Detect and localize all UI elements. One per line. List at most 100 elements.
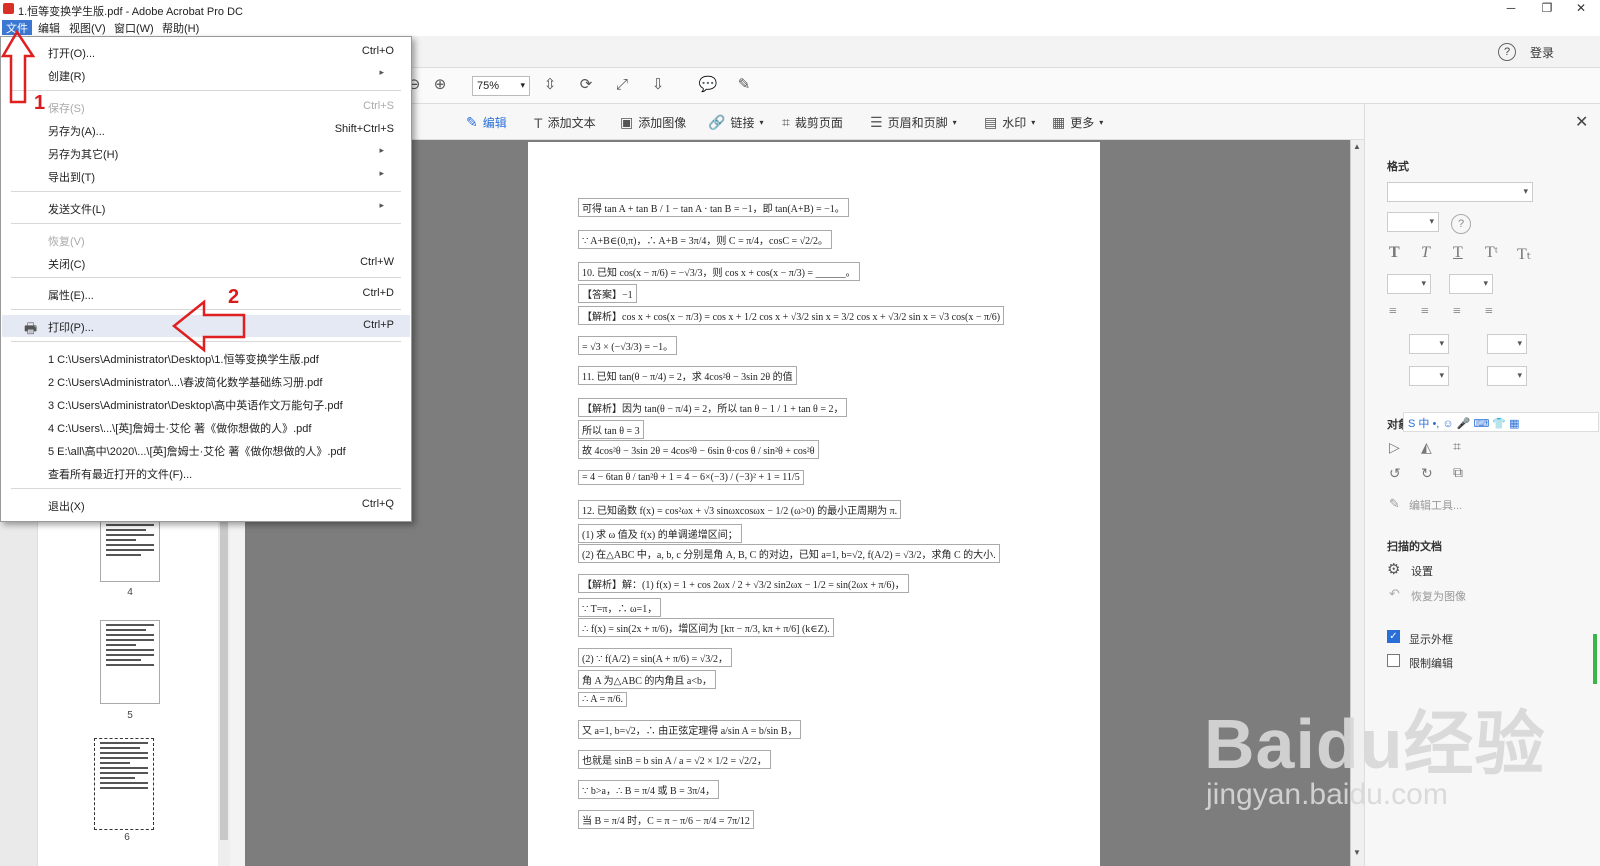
- doc-line[interactable]: 11. 已知 tan(θ − π/4) = 2，求 4cos²θ − 3sin …: [578, 366, 797, 385]
- login-link[interactable]: 登录: [1530, 44, 1554, 61]
- doc-line[interactable]: 【解析】因为 tan(θ − π/4) = 2，所以 tan θ − 1 / 1…: [578, 398, 848, 417]
- minimize-button[interactable]: ─: [1496, 1, 1526, 17]
- doc-line[interactable]: 【答案】−1: [578, 284, 637, 303]
- doc-line[interactable]: ∵ A+B∈(0,π)，∴ A+B = 3π/4，则 C = π/4，cosC …: [578, 230, 832, 249]
- menu-window[interactable]: 窗口(W): [110, 20, 158, 35]
- zoom-in-icon[interactable]: ⊕: [430, 75, 450, 95]
- add-text-button[interactable]: T 添加文本: [534, 114, 596, 131]
- doc-line[interactable]: (1) 求 ω 值及 f(x) 的单调递增区间；: [578, 524, 742, 543]
- doc-line[interactable]: 10. 已知 cos(x − π/6) = −√3/3，则 cos x + co…: [578, 262, 860, 281]
- replace-image-icon[interactable]: ⧉: [1453, 466, 1463, 482]
- revert-image-button[interactable]: 恢复为图像: [1411, 588, 1466, 604]
- comment-icon[interactable]: 💬: [698, 75, 718, 95]
- close-panel-icon[interactable]: ✕: [1575, 112, 1588, 132]
- menu-save-as[interactable]: 另存为(A)... Shift+Ctrl+S: [2, 119, 410, 141]
- menu-export[interactable]: 导出到(T) ▸: [2, 165, 410, 187]
- scroll-down-icon[interactable]: ▼: [1353, 848, 1361, 857]
- doc-line[interactable]: 【解析】解：(1) f(x) = 1 + cos 2ωx / 2 + √3/2 …: [578, 574, 909, 593]
- show-bbox-checkbox[interactable]: ✓: [1387, 630, 1400, 643]
- menu-create[interactable]: 创建(R) ▸: [2, 64, 410, 86]
- header-footer-button[interactable]: ☰ 页眉和页脚 ▾: [870, 114, 957, 131]
- subscript-icon[interactable]: Tₜ: [1517, 244, 1532, 264]
- doc-line[interactable]: 【解析】cos x + cos(x − π/3) = cos x + 1/2 c…: [578, 306, 1005, 325]
- flip-icon[interactable]: ◭: [1421, 440, 1432, 457]
- recent-file-3[interactable]: 3 C:\Users\Administrator\Desktop\高中英语作文万…: [2, 393, 410, 415]
- edit-tools-button[interactable]: 编辑工具...: [1409, 497, 1462, 513]
- restore-button[interactable]: ❐: [1532, 1, 1562, 17]
- restrict-edit-checkbox[interactable]: [1387, 654, 1400, 667]
- character-spacing-select[interactable]: [1487, 366, 1527, 386]
- doc-line[interactable]: 角 A 为△ABC 的内角且 a<b，: [578, 670, 716, 689]
- recent-file-5[interactable]: 5 E:\all\高中\2020\...\[英]詹姆士·艾伦 著《做你想做的人》…: [2, 439, 410, 461]
- crop-object-icon[interactable]: ⌗: [1453, 440, 1461, 456]
- line-spacing-select[interactable]: [1409, 334, 1449, 354]
- doc-line[interactable]: 又 a=1, b=√2，∴ 由正弦定理得 a/sin A = b/sin B，: [578, 720, 802, 739]
- numbered-list-select[interactable]: [1449, 274, 1493, 294]
- recent-file-4[interactable]: 4 C:\Users\...\[英]詹姆士·艾伦 著《做你想做的人》.pdf: [2, 416, 410, 438]
- watermark-button[interactable]: ▤ 水印 ▾: [984, 114, 1035, 131]
- highlight-pen-icon[interactable]: ✎: [734, 75, 754, 95]
- menu-save-as-other[interactable]: 另存为其它(H) ▸: [2, 142, 410, 164]
- menu-help[interactable]: 帮助(H): [158, 20, 203, 35]
- bullet-list-select[interactable]: [1387, 274, 1431, 294]
- doc-line[interactable]: ∵ T=π，∴ ω=1，: [578, 598, 662, 617]
- help-icon[interactable]: ?: [1498, 43, 1516, 61]
- recent-file-2[interactable]: 2 C:\Users\Administrator\...\春波简化数学基础练习册…: [2, 370, 410, 392]
- doc-line[interactable]: 所以 tan θ = 3: [578, 420, 644, 439]
- bold-icon[interactable]: T: [1389, 244, 1400, 262]
- zoom-select[interactable]: 75% ▾: [472, 76, 530, 96]
- doc-line[interactable]: (2) ∵ f(A/2) = sin(A + π/6) = √3/2，: [578, 648, 733, 667]
- horizontal-scale-select[interactable]: [1409, 366, 1449, 386]
- doc-line[interactable]: 也就是 sinB = b sin A / a = √2 × 1/2 = √2/2…: [578, 750, 771, 769]
- underline-icon[interactable]: T: [1453, 244, 1463, 262]
- doc-line[interactable]: (2) 在△ABC 中，a, b, c 分别是角 A, B, C 的对边，已知 …: [578, 544, 1000, 563]
- link-button[interactable]: 🔗 链接 ▾: [708, 114, 763, 131]
- paragraph-spacing-select[interactable]: [1487, 334, 1527, 354]
- doc-line[interactable]: = √3 × (−√3/3) = −1。: [578, 336, 678, 355]
- rotate-left-icon[interactable]: ↺: [1389, 466, 1401, 483]
- align-right-icon[interactable]: ≡: [1453, 304, 1461, 320]
- view-all-recent[interactable]: 查看所有最近打开的文件(F)...: [2, 462, 410, 484]
- align-left-icon[interactable]: ≡: [1389, 304, 1397, 320]
- doc-line[interactable]: ∴ A = π/6.: [578, 692, 627, 707]
- doc-line[interactable]: ∴ f(x) = sin(2x + π/6)，增区间为 [kπ − π/3, k…: [578, 618, 834, 637]
- doc-line[interactable]: 12. 已知函数 f(x) = cos²ωx + √3 sinωxcosωx −…: [578, 500, 902, 519]
- doc-line[interactable]: 可得 tan A + tan B / 1 − tan A · tan B = −…: [578, 198, 849, 217]
- doc-line[interactable]: = 4 − 6tan θ / tan²θ + 1 = 4 − 6×(−3) / …: [578, 470, 804, 485]
- fit-page-icon[interactable]: ⇳: [540, 75, 560, 95]
- font-family-select[interactable]: [1387, 182, 1533, 202]
- doc-line[interactable]: 当 B = π/4 时，C = π − π/6 − π/4 = 7π/12: [578, 810, 754, 829]
- thumbnail-page-5[interactable]: [100, 620, 160, 704]
- menu-view[interactable]: 视图(V): [65, 20, 110, 35]
- crop-page-button[interactable]: ⌗ 裁剪页面: [782, 114, 843, 131]
- font-size-select[interactable]: [1387, 212, 1439, 232]
- rotate-page-icon[interactable]: ⟳: [576, 75, 596, 95]
- thumbnail-page-6[interactable]: [94, 738, 154, 830]
- doc-line[interactable]: ∵ b>a，∴ B = π/4 或 B = 3π/4，: [578, 780, 720, 799]
- close-window-button[interactable]: ✕: [1566, 1, 1596, 17]
- add-image-button[interactable]: ▣ 添加图像: [620, 114, 686, 131]
- thumbnail-scroll-thumb[interactable]: [220, 520, 228, 840]
- menu-send-file[interactable]: 发送文件(L) ▸: [2, 197, 410, 219]
- menu-save[interactable]: 保存(S) Ctrl+S: [2, 96, 410, 118]
- align-center-icon[interactable]: ≡: [1421, 304, 1429, 320]
- superscript-icon[interactable]: Tᵗ: [1485, 244, 1498, 262]
- doc-line[interactable]: 故 4cos²θ − 3sin 2θ = 4cos²θ − 6sin θ·cos…: [578, 440, 819, 459]
- edit-tool-button[interactable]: ✎ 编辑: [466, 114, 507, 131]
- italic-icon[interactable]: T: [1421, 244, 1430, 262]
- font-help-icon[interactable]: ?: [1451, 214, 1471, 234]
- thumbnail-page-4[interactable]: [100, 520, 160, 582]
- rotate-right-icon[interactable]: ↻: [1421, 466, 1433, 483]
- read-mode-icon[interactable]: ⇩: [648, 75, 668, 95]
- object-arrange-icon[interactable]: ▷: [1389, 440, 1400, 457]
- menu-revert[interactable]: 恢复(V): [2, 229, 410, 251]
- menu-close[interactable]: 关闭(C) Ctrl+W: [2, 252, 410, 274]
- menu-exit-label: 退出(X): [48, 501, 85, 513]
- menu-exit[interactable]: 退出(X) Ctrl+Q: [2, 494, 410, 516]
- scroll-up-icon[interactable]: ▲: [1353, 142, 1361, 151]
- justify-icon[interactable]: ≡: [1485, 304, 1493, 320]
- full-screen-icon[interactable]: ⤢: [612, 75, 632, 95]
- settings-button[interactable]: 设置: [1411, 563, 1433, 579]
- menu-open[interactable]: 打开(O)... Ctrl+O: [2, 41, 410, 63]
- more-button[interactable]: ▦ 更多 ▾: [1052, 114, 1103, 131]
